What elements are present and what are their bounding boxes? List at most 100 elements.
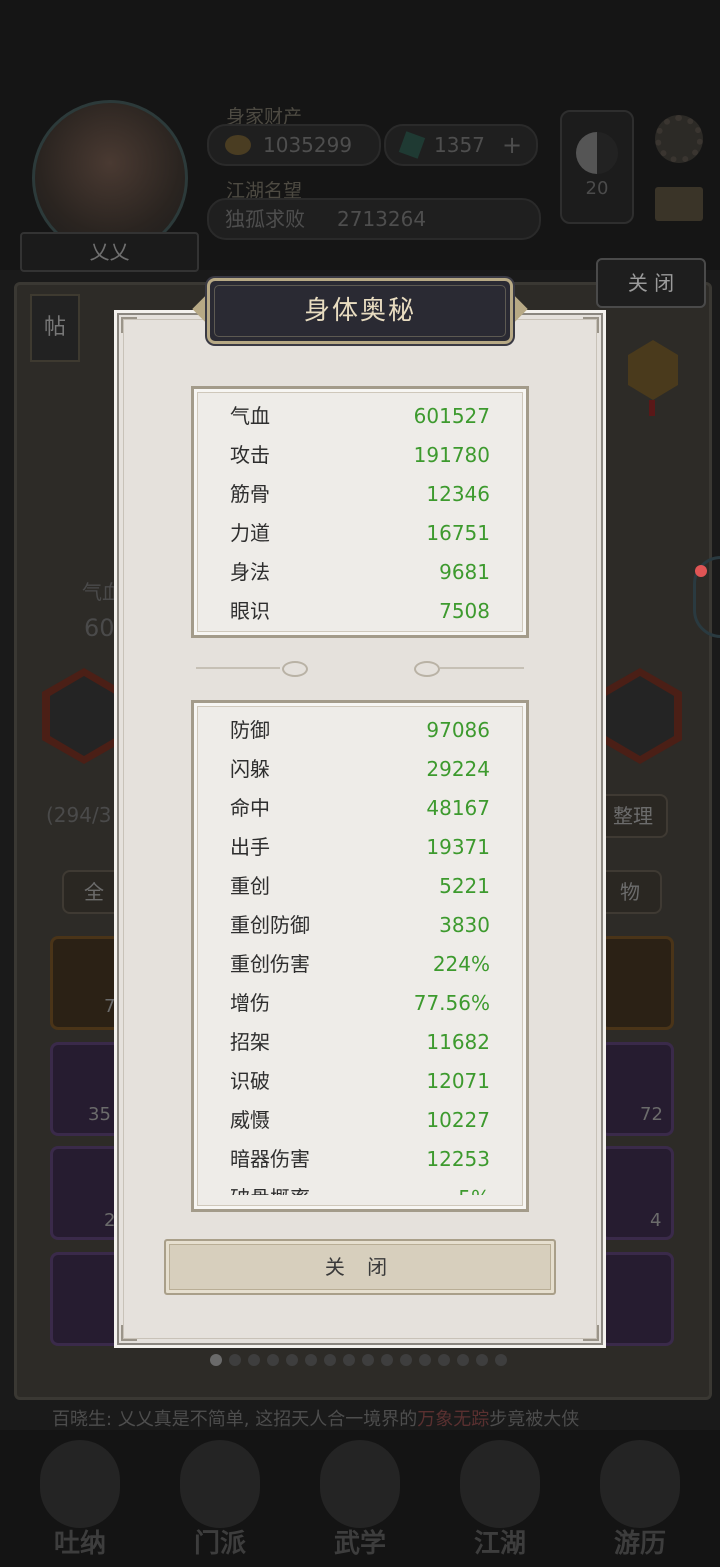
stat-row: 攻击 191780 bbox=[230, 436, 490, 475]
stat-name: 身法 bbox=[230, 560, 270, 584]
stat-name: 威慑 bbox=[230, 1108, 270, 1132]
stat-value: 97086 bbox=[426, 718, 490, 742]
stat-name: 攻击 bbox=[230, 443, 270, 467]
panel-close-button[interactable]: 关 闭 bbox=[596, 258, 706, 308]
basic-stats-panel: 气血 601527 攻击 191780 筋骨 12346 力道 16751 身法… bbox=[191, 386, 529, 638]
organize-button[interactable]: 整理 bbox=[598, 794, 668, 838]
coin-box: 1035299 bbox=[207, 124, 381, 166]
stat-name: 重创防御 bbox=[230, 913, 310, 937]
stat-value: 5% bbox=[458, 1179, 490, 1195]
stat-row: 破骨概率 5% bbox=[230, 1179, 490, 1195]
taiji-icon bbox=[576, 132, 618, 174]
divider-knot-left bbox=[282, 661, 308, 677]
stat-row: 重创伤害 224% bbox=[230, 945, 490, 984]
stat-row: 重创防御 3830 bbox=[230, 906, 490, 945]
stat-row: 气血 601527 bbox=[230, 397, 490, 436]
stat-value: 3830 bbox=[439, 913, 490, 937]
news-ticker: 百晓生: 乂乂真是不简单, 这招天人合一境界的万象无踪步竟被大侠 bbox=[52, 1409, 580, 1430]
coin-icon bbox=[225, 135, 251, 155]
stat-value: 29224 bbox=[426, 757, 490, 781]
stat-value: 7508 bbox=[439, 599, 490, 623]
divider-left bbox=[196, 667, 280, 669]
stat-name: 招架 bbox=[230, 1030, 270, 1054]
tie-button[interactable]: 帖 bbox=[30, 294, 80, 362]
add-jade-button[interactable]: + bbox=[502, 126, 522, 164]
seal-tassel bbox=[649, 400, 655, 416]
stat-value: 10227 bbox=[426, 1108, 490, 1132]
stat-name: 暗器伤害 bbox=[230, 1147, 310, 1171]
coin-amount: 1035299 bbox=[263, 133, 353, 157]
stat-value: 224% bbox=[432, 952, 490, 976]
stat-row: 重创 5221 bbox=[230, 867, 490, 906]
nav-tuna[interactable]: 吐纳 bbox=[25, 1440, 135, 1560]
stat-name: 命中 bbox=[230, 796, 270, 820]
stat-value: 16751 bbox=[426, 521, 490, 545]
stat-name: 增伤 bbox=[230, 991, 270, 1015]
stat-row: 眼识 7508 bbox=[230, 592, 490, 631]
stat-name: 眼识 bbox=[230, 599, 270, 623]
close-button[interactable]: 关 闭 bbox=[164, 1239, 556, 1295]
advanced-stats-panel[interactable]: 防御 97086 闪躲 29224 命中 48167 出手 19371 重创 5… bbox=[191, 700, 529, 1212]
stat-row: 防御 97086 bbox=[230, 711, 490, 750]
stat-name: 出手 bbox=[230, 835, 270, 859]
slot-count: 4 bbox=[650, 1210, 662, 1231]
stat-name: 破骨概率 bbox=[230, 1179, 310, 1195]
player-name: 乂乂 bbox=[20, 232, 199, 272]
stat-name: 重创 bbox=[230, 874, 270, 898]
stat-row: 筋骨 12346 bbox=[230, 475, 490, 514]
nav-travel[interactable]: 游历 bbox=[585, 1440, 695, 1560]
stat-name: 气血 bbox=[230, 404, 270, 428]
stat-value: 5221 bbox=[439, 874, 490, 898]
gear-icon[interactable] bbox=[655, 115, 703, 163]
fame-value: 2713264 bbox=[337, 207, 427, 231]
stat-name: 识破 bbox=[230, 1069, 270, 1093]
dialog-title-plate: 身体奥秘 bbox=[207, 278, 513, 344]
inventory-slot[interactable] bbox=[50, 1042, 124, 1136]
stat-value: 601527 bbox=[413, 404, 490, 428]
jade-box: 1357 + bbox=[384, 124, 538, 166]
nav-jianghu[interactable]: 江湖 bbox=[445, 1440, 555, 1560]
fame-title: 独孤求败 bbox=[225, 207, 305, 231]
inventory-slot[interactable] bbox=[600, 936, 674, 1030]
stat-value: 11682 bbox=[426, 1030, 490, 1054]
stat-name: 防御 bbox=[230, 718, 270, 742]
stat-value: 191780 bbox=[413, 443, 490, 467]
top-bar: 乂乂 身家财产 1035299 1357 + 江湖名望 独孤求败 2713264… bbox=[0, 0, 720, 272]
taiji-level: 20 bbox=[585, 178, 609, 199]
slot-count: 72 bbox=[640, 1104, 663, 1125]
stat-name: 重创伤害 bbox=[230, 952, 310, 976]
stat-row: 身法 9681 bbox=[230, 553, 490, 592]
divider-knot-right bbox=[414, 661, 440, 677]
stat-row: 识破 12071 bbox=[230, 1062, 490, 1101]
stat-row: 暗器伤害 12253 bbox=[230, 1140, 490, 1179]
stat-row: 威慑 10227 bbox=[230, 1101, 490, 1140]
divider-right bbox=[440, 667, 524, 669]
stat-row: 命中 48167 bbox=[230, 789, 490, 828]
inventory-slot[interactable] bbox=[50, 1252, 124, 1346]
nav-sect[interactable]: 门派 bbox=[165, 1440, 275, 1560]
stat-value: 9681 bbox=[439, 560, 490, 584]
stat-row: 闪躲 29224 bbox=[230, 750, 490, 789]
stat-name: 闪躲 bbox=[230, 757, 270, 781]
stat-value: 12071 bbox=[426, 1069, 490, 1093]
tab-items[interactable]: 物 bbox=[598, 870, 662, 914]
stat-value: 48167 bbox=[426, 796, 490, 820]
mail-icon[interactable] bbox=[655, 187, 703, 221]
slot-count: 35 bbox=[88, 1104, 111, 1125]
jade-icon bbox=[398, 131, 426, 159]
fame-box: 独孤求败 2713264 bbox=[207, 198, 541, 240]
inventory-slot[interactable] bbox=[600, 1252, 674, 1346]
stats-scroll-area[interactable]: 防御 97086 闪躲 29224 命中 48167 出手 19371 重创 5… bbox=[197, 709, 523, 1195]
stat-peek-value: 60 bbox=[84, 614, 115, 642]
jade-amount: 1357 bbox=[434, 133, 485, 157]
dialog-title: 身体奥秘 bbox=[303, 296, 416, 326]
page-indicator bbox=[210, 1354, 507, 1366]
stat-value: 12253 bbox=[426, 1147, 490, 1171]
inventory-slot[interactable] bbox=[600, 1146, 674, 1240]
stat-value: 19371 bbox=[426, 835, 490, 859]
inventory-count: (294/3 bbox=[46, 803, 112, 827]
nav-martial[interactable]: 武学 bbox=[305, 1440, 415, 1560]
stat-row: 力道 16751 bbox=[230, 514, 490, 553]
bottom-nav: 吐纳 门派 武学 江湖 游历 bbox=[0, 1430, 720, 1567]
taiji-badge[interactable]: 20 bbox=[560, 110, 634, 224]
